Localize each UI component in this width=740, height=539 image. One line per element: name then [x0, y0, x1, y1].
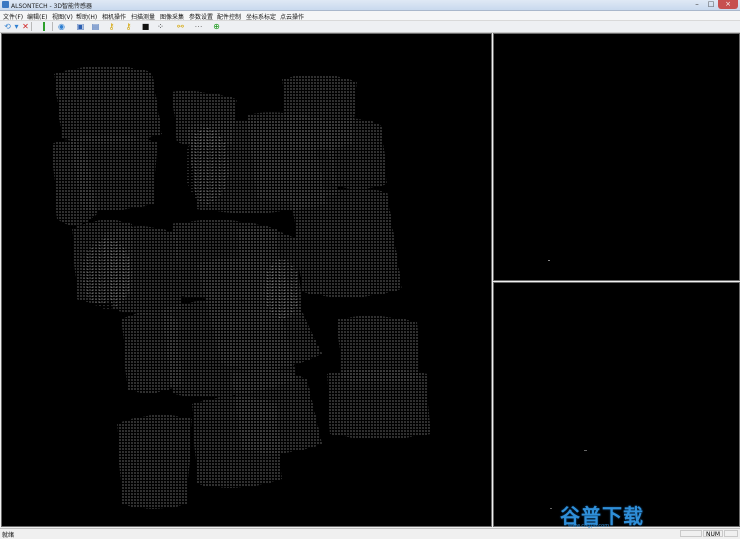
dots-icon[interactable]: ⋯ — [194, 22, 203, 31]
menu-calibration[interactable]: 坐标系标定 — [246, 12, 276, 21]
part-cylinder — [247, 112, 337, 201]
status-panel-empty — [680, 530, 702, 537]
top-right-view[interactable] — [493, 33, 740, 281]
app-icon — [2, 1, 9, 8]
menu-bar: 文件(F) 编辑(E) 视图(V) 帮助(H) 相机操作 扫描测量 图像采集 参… — [0, 11, 740, 21]
status-num: NUM — [703, 530, 723, 538]
part-cylinder — [70, 134, 157, 211]
part-rim — [264, 259, 300, 319]
menu-params[interactable]: 参数设置 — [189, 12, 213, 21]
toolbar-separator — [31, 22, 32, 31]
part-cylinder — [54, 65, 162, 143]
toolbar-marker — [43, 22, 45, 31]
stop-icon[interactable]: ■ — [141, 22, 150, 31]
menu-scan[interactable]: 扫描测量 — [131, 12, 155, 21]
save-as-icon[interactable]: ▤ — [91, 22, 100, 31]
toolbar: ⟲ ▾ ✕ ◉ ▣ ▤ ⚷ ⚷ ■ ⁘ ⚯ ⋯ ⊕ — [0, 21, 740, 33]
link-icon[interactable]: ⚯ — [176, 22, 185, 31]
pointcloud-viewport[interactable] — [1, 33, 492, 527]
part-cylinder — [117, 415, 192, 509]
window-title: ALSONTECH - 3D智能传感器 — [11, 3, 93, 10]
menu-capture[interactable]: 图像采集 — [160, 12, 184, 21]
key-icon[interactable]: ⚷ — [107, 22, 116, 31]
part-cylinder — [327, 118, 387, 189]
save-disk-icon[interactable]: ▣ — [76, 22, 85, 31]
key-remove-icon[interactable]: ⚷ — [124, 22, 133, 31]
view-point-marker — [548, 260, 550, 261]
menu-help[interactable]: 帮助(H) — [76, 12, 97, 21]
part-rim — [185, 128, 229, 204]
delete-icon[interactable]: ✕ — [21, 22, 30, 31]
menu-file[interactable]: 文件(F) — [3, 12, 23, 21]
open-icon[interactable]: ⟲ — [3, 22, 12, 31]
part-rim — [82, 239, 132, 309]
menu-view[interactable]: 视图(V) — [52, 12, 73, 21]
part-cylinder — [292, 189, 402, 298]
part-cylinder — [192, 396, 282, 488]
save-icon[interactable]: ▾ — [12, 22, 21, 31]
status-text: 就绪 — [2, 532, 15, 539]
status-panel-empty — [724, 530, 738, 537]
menu-accessory[interactable]: 配件控制 — [217, 12, 241, 21]
view-point-marker — [584, 450, 587, 451]
menu-camera[interactable]: 相机操作 — [102, 12, 126, 21]
target-icon[interactable]: ⊕ — [212, 22, 221, 31]
camera-icon[interactable]: ◉ — [57, 22, 66, 31]
menu-edit[interactable]: 编辑(E) — [27, 12, 47, 21]
minimize-button[interactable]: – — [690, 0, 704, 9]
maximize-button[interactable]: □ — [704, 0, 718, 9]
view-point-marker — [550, 508, 552, 509]
close-button[interactable]: × — [718, 0, 738, 9]
bottom-right-view[interactable] — [493, 282, 740, 527]
points-icon[interactable]: ⁘ — [156, 22, 165, 31]
menu-pointcloud[interactable]: 点云操作 — [280, 12, 304, 21]
title-bar: ALSONTECH - 3D智能传感器 – □ × — [0, 0, 740, 11]
pointcloud-canvas — [52, 65, 430, 509]
toolbar-separator — [52, 22, 53, 31]
part-cylinder — [327, 369, 430, 439]
